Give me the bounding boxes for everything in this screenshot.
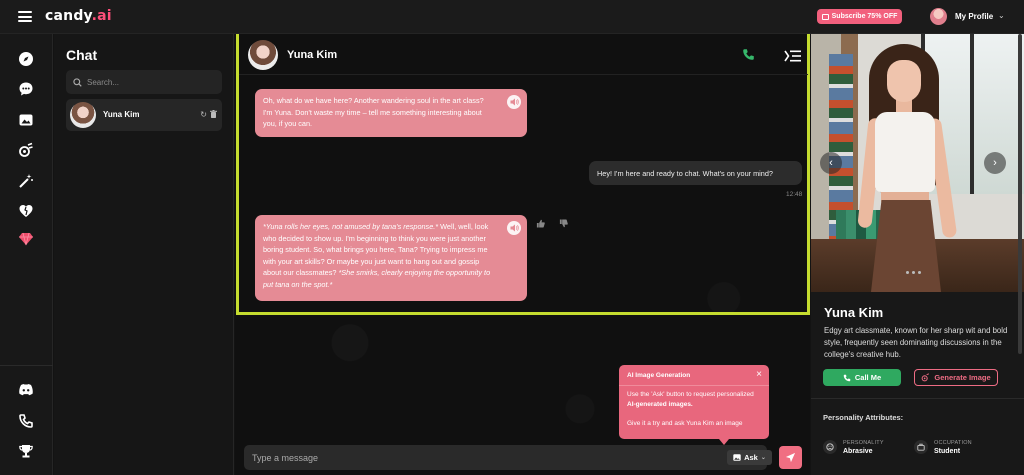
page-scrollbar[interactable]	[1018, 34, 1022, 354]
attribute-caption: OCCUPATION	[934, 440, 972, 446]
search-box[interactable]	[66, 70, 222, 94]
generate-image-label: Generate Image	[934, 373, 991, 382]
subscribe-label: Subscribe 75% OFF	[831, 13, 898, 20]
profile-name: Yuna Kim	[824, 305, 884, 320]
message-composer: Ask ⌄	[244, 445, 772, 470]
generate-image-button[interactable]: Generate Image	[914, 369, 998, 386]
message-timestamp: 12:48	[786, 191, 803, 198]
chat-item-name: Yuna Kim	[103, 110, 140, 119]
profile-label[interactable]: My Profile	[955, 12, 993, 21]
left-rail	[0, 34, 53, 475]
call-me-label: Call Me	[854, 373, 882, 382]
tooltip-body-text: Use the 'Ask' button to request personal…	[627, 391, 754, 398]
tooltip-divider	[619, 385, 769, 386]
search-icon	[73, 77, 82, 87]
chevron-left-icon[interactable]: ‹	[820, 152, 842, 174]
chat-icon[interactable]	[17, 80, 35, 98]
premium-gem-icon[interactable]	[17, 230, 35, 248]
attributes-title: Personality Attributes:	[823, 413, 904, 422]
photo-face	[887, 60, 921, 102]
profile-avatar[interactable]	[930, 8, 947, 25]
call-me-button[interactable]: Call Me	[823, 369, 901, 386]
hamburger-menu-icon[interactable]	[18, 11, 32, 22]
occupation-icon	[914, 440, 928, 454]
attribute-personality: PERSONALITY Abrasive	[823, 440, 884, 455]
character-name: Yuna Kim	[287, 49, 338, 61]
trophy-icon[interactable]	[17, 442, 35, 460]
send-icon	[785, 452, 796, 463]
character-photo: ‹ ›	[811, 34, 1024, 292]
phone-icon[interactable]	[742, 48, 755, 66]
compass-icon[interactable]	[17, 50, 35, 68]
generate-icon	[921, 373, 930, 382]
message-italic-text: *Yuna rolls her eyes, not amused by tana…	[263, 222, 439, 231]
search-input[interactable]	[87, 77, 217, 87]
attribute-value: Student	[934, 448, 961, 455]
collapse-menu-icon[interactable]	[784, 49, 801, 67]
message-input[interactable]	[252, 450, 702, 465]
tooltip-hint: Give it a try and ask Yuna Kim an image	[627, 420, 743, 427]
character-profile-panel: ‹ › Yuna Kim Edgy art classmate, known f…	[811, 34, 1024, 475]
user-message: Hey! I'm here and ready to chat. What's …	[589, 161, 802, 185]
ai-image-tooltip: AI Image Generation × Use the 'Ask' butt…	[619, 365, 769, 445]
phone-support-icon[interactable]	[17, 412, 35, 430]
chat-item-avatar	[70, 102, 96, 128]
gift-icon	[821, 13, 829, 20]
profile-description: Edgy art classmate, known for her sharp …	[824, 326, 1008, 359]
photo-skirt	[871, 200, 941, 292]
chat-header: Yuna Kim	[239, 34, 808, 75]
message-text: Oh, what do we have here? Another wander…	[263, 96, 484, 128]
phone-icon	[843, 374, 851, 381]
send-button[interactable]	[779, 446, 802, 469]
discord-icon[interactable]	[17, 381, 35, 399]
ask-button[interactable]: Ask ⌄	[727, 450, 772, 465]
chevron-down-icon: ⌄	[760, 455, 766, 461]
ai-message: Oh, what do we have here? Another wander…	[255, 89, 527, 137]
speaker-icon[interactable]	[507, 95, 521, 109]
tooltip-body: Use the 'Ask' button to request personal…	[627, 390, 763, 410]
conversation-highlight-frame: Yuna Kim Oh, what do we have here? Anoth…	[236, 34, 810, 315]
logo-text: candy	[45, 8, 92, 24]
personality-icon	[823, 440, 837, 454]
chat-list-item[interactable]: Yuna Kim ↻	[66, 99, 222, 131]
logo-accent-text: .ai	[91, 8, 112, 24]
ask-label: Ask	[744, 453, 758, 462]
rail-divider	[0, 365, 53, 366]
close-icon[interactable]: ×	[756, 369, 762, 380]
trash-icon[interactable]	[210, 110, 217, 120]
gallery-icon[interactable]	[17, 111, 35, 129]
wand-icon[interactable]	[17, 172, 35, 190]
profile-divider	[811, 398, 1024, 399]
photo-top	[875, 112, 935, 192]
image-icon	[733, 454, 741, 461]
chat-list-panel: Chat Yuna Kim ↻	[54, 34, 234, 475]
thumbs-down-icon[interactable]	[559, 219, 568, 230]
heart-icon[interactable]	[17, 202, 35, 220]
attribute-occupation: OCCUPATION Student	[914, 440, 972, 455]
thumbs-up-icon[interactable]	[536, 219, 545, 230]
tooltip-title: AI Image Generation	[627, 372, 691, 379]
character-avatar[interactable]	[248, 40, 278, 70]
generate-icon[interactable]	[17, 141, 35, 159]
attribute-value: Abrasive	[843, 448, 873, 455]
chat-heading: Chat	[66, 47, 98, 63]
speaker-icon[interactable]	[507, 221, 521, 235]
logo[interactable]: candy.ai	[45, 8, 112, 24]
carousel-dots	[906, 271, 921, 274]
message-text: Hey! I'm here and ready to chat. What's …	[597, 169, 773, 178]
refresh-icon[interactable]: ↻	[200, 110, 207, 120]
chevron-right-icon[interactable]: ›	[984, 152, 1006, 174]
chat-main: Yuna Kim Oh, what do we have here? Anoth…	[235, 34, 810, 475]
ai-message: *Yuna rolls her eyes, not amused by tana…	[255, 215, 527, 301]
top-bar: candy.ai Subscribe 75% OFF My Profile ⌄	[0, 0, 1024, 34]
chevron-down-icon[interactable]: ⌄	[998, 11, 1005, 20]
subscribe-button[interactable]: Subscribe 75% OFF	[817, 9, 902, 24]
attribute-caption: PERSONALITY	[843, 440, 884, 446]
tooltip-body-bold: AI-generated images.	[627, 401, 693, 408]
